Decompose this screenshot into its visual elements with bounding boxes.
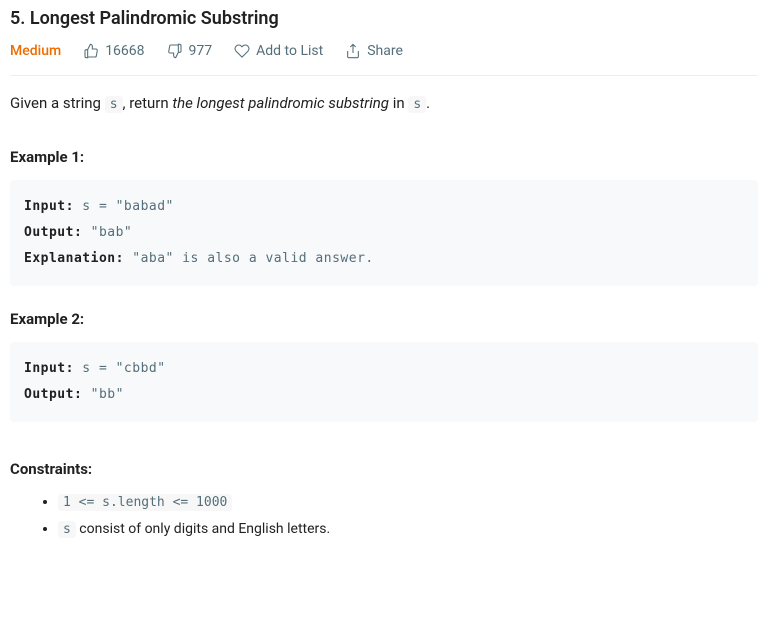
- constraints-list: 1 <= s.length <= 1000 s consist of only …: [10, 492, 758, 540]
- add-to-list-button[interactable]: Add to List: [234, 43, 323, 59]
- inline-code: s: [408, 96, 426, 113]
- like-count: 16668: [105, 43, 144, 59]
- example-1-block: Input: s = "babad" Output: "bab" Explana…: [10, 180, 758, 286]
- constraints-section: Constraints: 1 <= s.length <= 1000 s con…: [10, 460, 758, 540]
- inline-code: s: [105, 96, 123, 113]
- example-1-head: Example 1:: [10, 148, 758, 166]
- dislike-button[interactable]: 977: [167, 43, 213, 59]
- thumbs-up-icon: [83, 43, 99, 59]
- like-button[interactable]: 16668: [83, 43, 144, 59]
- problem-description: Given a string s, return the longest pal…: [10, 94, 758, 112]
- dislike-count: 977: [189, 43, 213, 59]
- page-title: 5. Longest Palindromic Substring: [10, 8, 758, 29]
- constraints-head: Constraints:: [10, 460, 758, 478]
- share-icon: [345, 43, 361, 59]
- thumbs-down-icon: [167, 43, 183, 59]
- meta-row: Medium 16668 977 Add to List Share: [10, 43, 758, 76]
- share-label: Share: [367, 43, 403, 59]
- inline-code: s: [58, 521, 76, 538]
- add-to-list-label: Add to List: [256, 43, 323, 59]
- inline-code: 1 <= s.length <= 1000: [58, 494, 232, 511]
- example-2-block: Input: s = "cbbd" Output: "bb": [10, 342, 758, 422]
- heart-icon: [234, 43, 250, 59]
- example-2-head: Example 2:: [10, 310, 758, 328]
- constraint-item: s consist of only digits and English let…: [58, 519, 758, 540]
- constraint-item: 1 <= s.length <= 1000: [58, 492, 758, 513]
- share-button[interactable]: Share: [345, 43, 403, 59]
- difficulty-badge: Medium: [10, 43, 61, 59]
